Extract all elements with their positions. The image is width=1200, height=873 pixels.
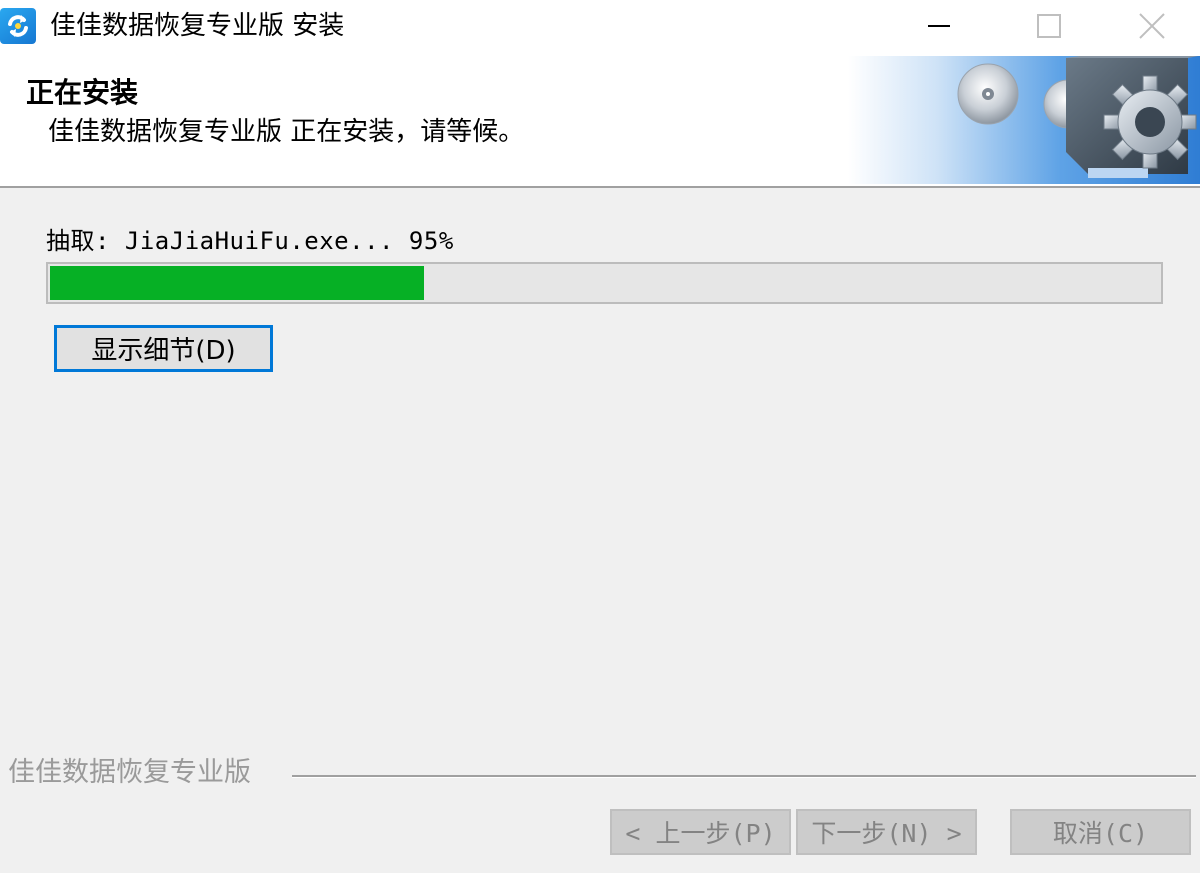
disc-icon bbox=[957, 63, 1019, 125]
show-details-button[interactable]: 显示细节(D) bbox=[54, 325, 273, 372]
page-title: 正在安装 bbox=[26, 76, 139, 109]
close-button[interactable] bbox=[1104, 0, 1200, 52]
minimize-icon bbox=[928, 25, 950, 27]
header-banner: 正在安装 佳佳数据恢复专业版 正在安装，请等候。 bbox=[0, 52, 1200, 188]
install-status-text: 抽取: JiaJiaHuiFu.exe... 95% bbox=[46, 227, 454, 255]
minimize-button[interactable] bbox=[884, 0, 994, 52]
maximize-icon bbox=[1037, 14, 1061, 38]
next-button-label: 下一步(N) > bbox=[811, 819, 962, 848]
title-bar: 佳佳数据恢复专业版 安装 bbox=[0, 0, 1200, 52]
show-details-label: 显示细节(D) bbox=[91, 336, 236, 366]
install-progress-bar bbox=[46, 262, 1163, 304]
next-button[interactable]: 下一步(N) > bbox=[796, 809, 977, 855]
progress-fill bbox=[50, 266, 424, 300]
installer-banner-graphic bbox=[848, 56, 1200, 184]
maximize-button[interactable] bbox=[994, 0, 1104, 52]
back-button[interactable]: < 上一步(P) bbox=[610, 809, 791, 855]
back-button-label: < 上一步(P) bbox=[625, 819, 776, 848]
gear-icon bbox=[1103, 75, 1197, 169]
brand-label: 佳佳数据恢复专业版 bbox=[8, 757, 251, 788]
footer-divider bbox=[292, 775, 1196, 778]
close-icon bbox=[1139, 13, 1165, 39]
page-subtitle: 佳佳数据恢复专业版 正在安装，请等候。 bbox=[48, 117, 525, 147]
cancel-button-label: 取消(C) bbox=[1052, 819, 1149, 848]
app-refresh-icon bbox=[0, 8, 36, 44]
window-title: 佳佳数据恢复专业版 安装 bbox=[50, 11, 345, 41]
cancel-button[interactable]: 取消(C) bbox=[1010, 809, 1191, 855]
